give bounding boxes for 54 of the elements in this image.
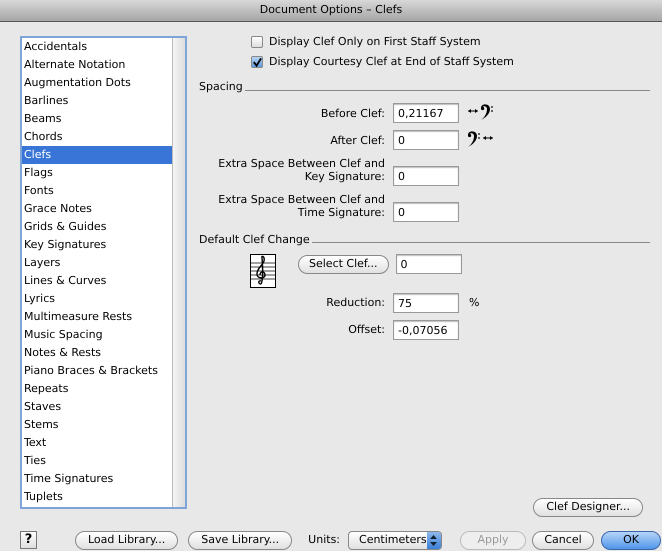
sidebar-item[interactable]: Piano Braces & Brackets [22,362,172,380]
input-field[interactable]: -0,07056 [393,320,459,340]
sidebar-item[interactable]: Lyrics [22,290,172,308]
sidebar-item[interactable]: Repeats [22,380,172,398]
units-dropdown[interactable]: Centimeters [348,530,442,550]
clef-designer-button[interactable]: Clef Designer... [533,498,643,517]
section-heading: Default Clef Change [199,232,310,248]
sidebar-item[interactable]: Alternate Notation [22,56,172,74]
field-label: Before Clef: [320,106,385,122]
input-field[interactable]: 0 [396,254,462,274]
input-field[interactable]: 0 [393,166,459,186]
checkbox-label: Display Courtesy Clef at End of Staff System [269,54,514,70]
sidebar-item[interactable]: Chords [22,128,172,146]
input-field[interactable]: 0 [393,202,459,222]
sidebar-item[interactable]: Staves [22,398,172,416]
sidebar-item[interactable]: Flags [22,164,172,182]
sidebar-item[interactable]: Clefs [22,146,172,164]
unit-label: % [469,296,480,309]
sidebar-item[interactable]: Lines & Curves [22,272,172,290]
load-library-button[interactable]: Load Library... [75,530,178,550]
dialog-button[interactable]: Cancel [532,530,594,550]
sidebar-item[interactable]: Text [22,434,172,452]
input-field[interactable]: 75 [393,293,459,313]
field-label: Extra Space Between Clef and Time Signature: [217,192,385,220]
sidebar-item[interactable]: Key Signatures [22,236,172,254]
sidebar-item[interactable]: Stems [22,416,172,434]
checkbox-label: Display Clef Only on First Staff System [269,34,481,50]
field-label: Extra Space Between Clef and Key Signature: [217,156,385,184]
sidebar-item[interactable]: Ties [22,452,172,470]
sidebar-item[interactable]: Beams [22,110,172,128]
sidebar-item[interactable]: Notes & Rests [22,344,172,362]
input-field[interactable]: 0,21167 [393,102,459,122]
sidebar-item[interactable]: Time Signatures [22,470,172,488]
help-button[interactable]: ? [20,531,37,549]
save-library-button[interactable]: Save Library... [188,530,292,550]
sidebar-item[interactable]: Grace Notes [22,200,172,218]
section-heading: Spacing [199,79,243,95]
select-clef-button[interactable]: Select Clef... [298,254,388,274]
sidebar-item[interactable]: Multimeasure Rests [22,308,172,326]
title-bar: Document Options – Clefs [0,0,662,22]
dialog-button[interactable]: OK [601,530,662,550]
sidebar-item[interactable]: Augmentation Dots [22,74,172,92]
sidebar-item[interactable]: Fonts [22,182,172,200]
sidebar-item[interactable]: Barlines [22,92,172,110]
sidebar-item[interactable]: Music Spacing [22,326,172,344]
sidebar-item[interactable]: Tuplets [22,488,172,506]
field-label: Reduction: [325,294,385,311]
field-label: After Clef: [329,134,385,148]
sidebar-item[interactable]: Layers [22,254,172,272]
field-label: Offset: [347,322,385,338]
sidebar-item[interactable]: Accidentals [22,38,172,56]
sidebar-item[interactable]: Grids & Guides [22,218,172,236]
units-label: Units: [308,532,340,548]
input-field[interactable]: 0 [393,130,459,150]
